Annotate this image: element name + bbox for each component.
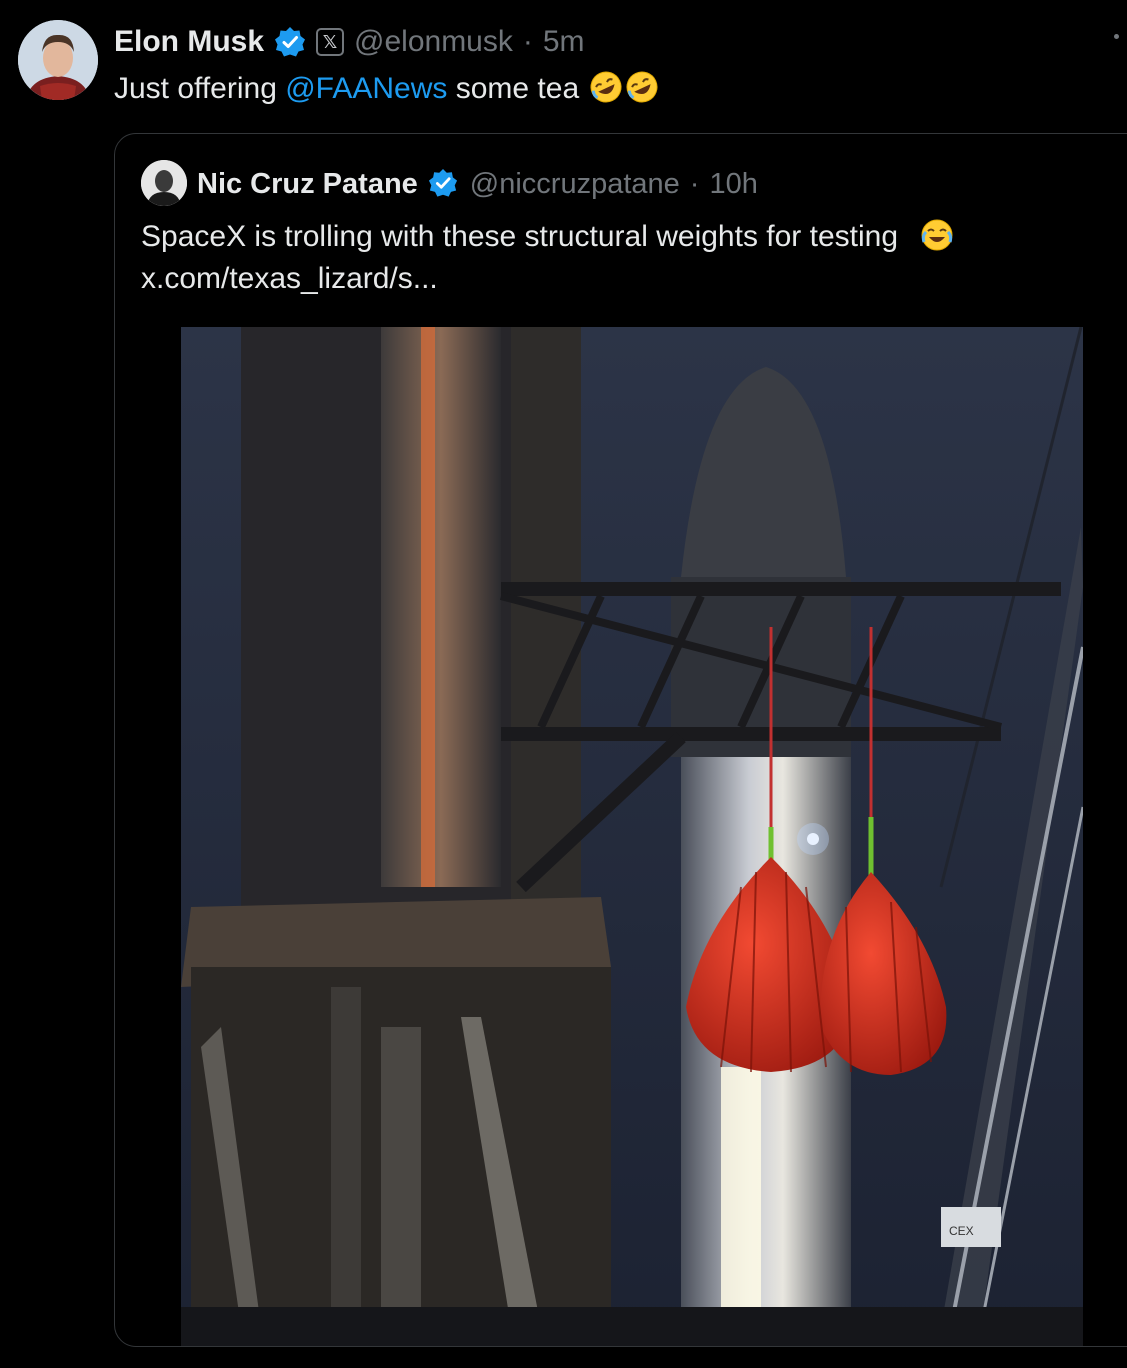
quoted-tweet-card[interactable]: Nic Cruz Patane @niccruzpatane · 10h Spa… [114,133,1127,1347]
tweet-text-prefix: Just offering [114,72,286,105]
more-options-icon[interactable] [1114,34,1119,39]
crane-label: CEX [949,1224,974,1238]
quoted-link[interactable]: x.com/texas_lizard/s... [141,258,954,300]
separator-dot: · [522,25,533,58]
verified-badge-icon[interactable] [428,168,460,200]
tweet-header: Elon Musk 𝕏 @elonmusk · 5m [114,22,585,62]
tweet-text-suffix: some tea [447,72,588,105]
tweet-text: Just offering @FAANews some tea [114,70,659,106]
quoted-media-image[interactable]: CEX [181,327,1083,1346]
author-handle[interactable]: @elonmusk [354,25,513,59]
rolling-laughing-emoji-icon [625,70,659,104]
separator-dot: · [689,167,700,200]
author-name[interactable]: Elon Musk [114,25,264,59]
tweet-time[interactable]: 5m [543,25,585,59]
quoted-tweet-time[interactable]: 10h [709,168,757,201]
quoted-text-body: SpaceX is trolling with these structural… [141,220,899,253]
mention-link[interactable]: @FAANews [285,72,447,105]
verified-badge-icon[interactable] [274,26,306,58]
quoted-tweet-header: Nic Cruz Patane @niccruzpatane · 10h [197,162,758,206]
rolling-laughing-emoji-icon [589,70,623,104]
x-affiliate-badge-icon[interactable]: 𝕏 [316,28,345,56]
quoted-author-handle[interactable]: @niccruzpatane [470,168,680,201]
quoted-author-avatar[interactable] [141,160,187,206]
author-avatar[interactable] [18,20,98,100]
quoted-author-name[interactable]: Nic Cruz Patane [197,168,418,201]
tears-of-joy-emoji-icon [920,218,954,252]
quoted-tweet-text: SpaceX is trolling with these structural… [141,216,954,300]
